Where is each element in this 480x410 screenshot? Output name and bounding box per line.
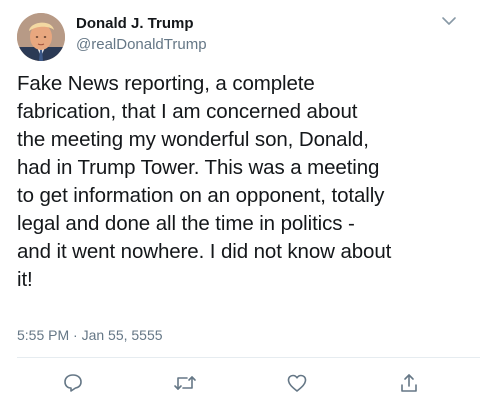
tweet-text-line: to get information on an opponent, total… bbox=[17, 184, 385, 207]
tweet-text-line: and it went nowhere. I did not know abou… bbox=[17, 240, 392, 263]
tweet-text: Fake News reporting, a complete fabricat… bbox=[17, 70, 473, 294]
author-handle[interactable]: @realDonaldTrump bbox=[76, 36, 207, 53]
divider bbox=[17, 357, 480, 358]
like-button[interactable] bbox=[286, 372, 308, 394]
tweet-text-line: Fake News reporting, a complete bbox=[17, 72, 315, 95]
tweet-text-line: legal and done all the time in politics … bbox=[17, 212, 355, 235]
tweet-card: Donald J. Trump @realDonaldTrump Fake Ne… bbox=[0, 0, 480, 410]
author-name[interactable]: Donald J. Trump bbox=[76, 15, 194, 32]
retweet-button[interactable] bbox=[173, 372, 196, 394]
reply-icon bbox=[64, 374, 82, 392]
share-icon bbox=[401, 374, 417, 392]
avatar[interactable] bbox=[17, 13, 65, 61]
tweet-text-line: it! bbox=[17, 268, 33, 291]
heart-icon bbox=[287, 374, 307, 392]
tweet-timestamp[interactable]: 5:55 PM · Jan 55, 5555 bbox=[17, 327, 163, 343]
chevron-down-icon[interactable] bbox=[440, 14, 458, 28]
tweet-text-line: had in Trump Tower. This was a meeting bbox=[17, 156, 380, 179]
tweet-text-line: the meeting my wonderful son, Donald, bbox=[17, 128, 369, 151]
tweet-text-line: fabrication, that I am concerned about bbox=[17, 100, 358, 123]
reply-button[interactable] bbox=[62, 372, 84, 394]
retweet-icon bbox=[174, 376, 196, 390]
share-button[interactable] bbox=[398, 372, 420, 394]
avatar-image bbox=[17, 13, 65, 61]
